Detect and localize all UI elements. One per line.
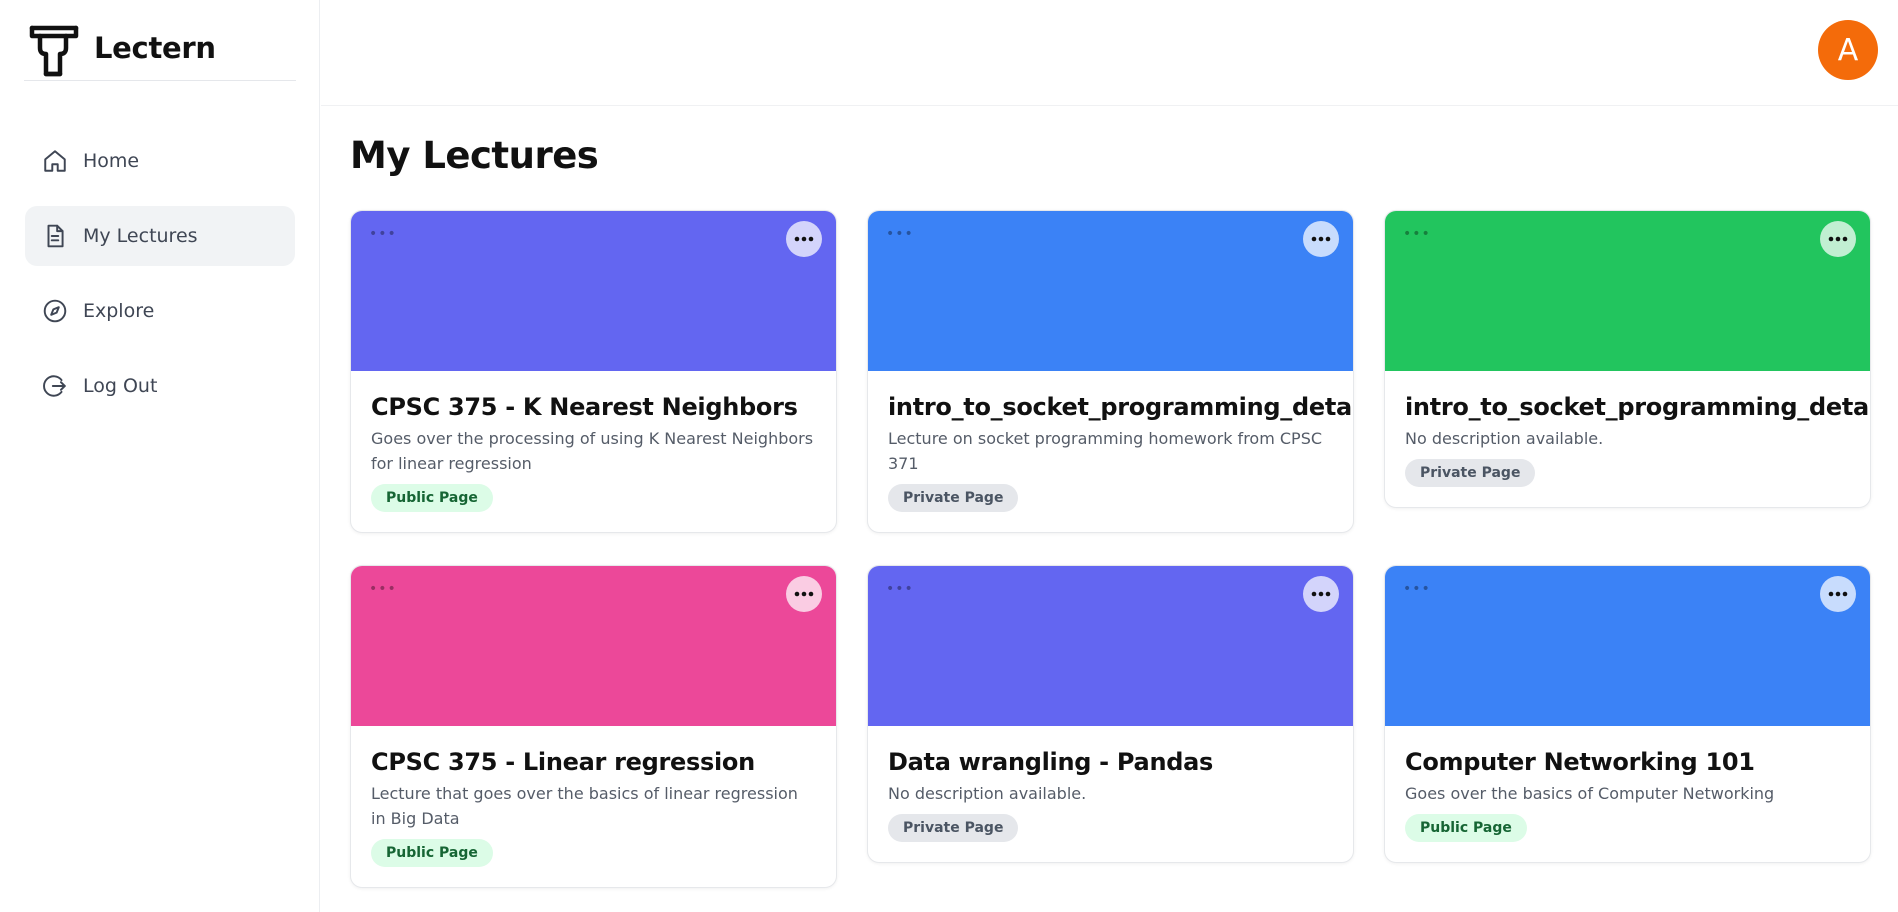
more-options-icon <box>1311 591 1331 597</box>
visibility-badge: Public Page <box>1405 814 1527 842</box>
card-banner: ••• <box>351 566 836 726</box>
drag-handle-icon: ••• <box>1403 581 1431 597</box>
drag-handle-icon: ••• <box>886 581 914 597</box>
sidebar-item-label: Log Out <box>83 375 158 397</box>
card-title: intro_to_socket_programming_detailed <box>1405 393 1871 421</box>
sidebar-nav: Home My Lectures Explore Log Out <box>25 131 295 431</box>
logout-icon <box>41 372 69 400</box>
more-options-icon <box>1311 236 1331 242</box>
avatar[interactable]: A <box>1818 20 1878 80</box>
sidebar-item-label: Explore <box>83 300 155 322</box>
card-body: CPSC 375 - K Nearest Neighbors Goes over… <box>351 371 836 532</box>
card-banner: ••• <box>351 211 836 371</box>
visibility-badge: Public Page <box>371 484 493 512</box>
drag-handle-icon: ••• <box>369 581 397 597</box>
app-name: Lectern <box>94 31 216 65</box>
home-icon <box>41 147 69 175</box>
lecture-card[interactable]: ••• Computer Networking 101 Goes over th… <box>1384 565 1871 863</box>
brand[interactable]: Lectern <box>24 20 296 81</box>
card-description: No description available. <box>888 784 1087 803</box>
card-banner: ••• <box>868 211 1353 371</box>
visibility-badge: Private Page <box>888 814 1019 842</box>
card-menu-button[interactable] <box>1820 576 1856 612</box>
sidebar-item-home[interactable]: Home <box>25 131 295 191</box>
more-options-icon <box>794 591 814 597</box>
app-root: Lectern Home My Lectures Explore Log Out… <box>0 0 1898 912</box>
more-options-icon <box>1828 236 1848 242</box>
card-banner: ••• <box>1385 211 1870 371</box>
card-menu-button[interactable] <box>786 221 822 257</box>
drag-handle-icon: ••• <box>886 226 914 242</box>
card-description: Goes over the processing of using K Near… <box>371 429 814 473</box>
card-title: CPSC 375 - Linear regression <box>371 748 755 776</box>
sidebar: Lectern Home My Lectures Explore Log Out <box>0 0 320 912</box>
card-title: CPSC 375 - K Nearest Neighbors <box>371 393 798 421</box>
more-options-icon <box>1828 591 1848 597</box>
lecture-card[interactable]: ••• CPSC 375 - Linear regression Lecture… <box>350 565 837 888</box>
document-icon <box>41 222 69 250</box>
lecture-card[interactable]: ••• intro_to_socket_programming_detailed… <box>1384 210 1871 508</box>
lecture-card[interactable]: ••• Data wrangling - Pandas No descripti… <box>867 565 1354 863</box>
sidebar-item-my-lectures[interactable]: My Lectures <box>25 206 295 266</box>
card-menu-button[interactable] <box>786 576 822 612</box>
more-options-icon <box>794 236 814 242</box>
lecture-card[interactable]: ••• intro_to_socket_programming_detailed… <box>867 210 1354 533</box>
card-title: intro_to_socket_programming_detailed <box>888 393 1354 421</box>
card-title: Data wrangling - Pandas <box>888 748 1213 776</box>
card-title: Computer Networking 101 <box>1405 748 1755 776</box>
sidebar-item-explore[interactable]: Explore <box>25 281 295 341</box>
card-description: No description available. <box>1405 429 1604 448</box>
card-banner: ••• <box>868 566 1353 726</box>
card-body: intro_to_socket_programming_detailed No … <box>1385 371 1870 507</box>
compass-icon <box>41 297 69 325</box>
card-menu-button[interactable] <box>1303 221 1339 257</box>
sidebar-item-label: Home <box>83 150 140 172</box>
card-banner: ••• <box>1385 566 1870 726</box>
lectern-logo-icon <box>26 20 84 78</box>
card-description: Lecture on socket programming homework f… <box>888 429 1323 473</box>
sidebar-item-label: My Lectures <box>83 225 198 247</box>
card-body: CPSC 375 - Linear regression Lecture tha… <box>351 726 836 887</box>
lecture-card[interactable]: ••• CPSC 375 - K Nearest Neighbors Goes … <box>350 210 837 533</box>
sidebar-item-log-out[interactable]: Log Out <box>25 356 295 416</box>
visibility-badge: Private Page <box>1405 459 1536 487</box>
card-menu-button[interactable] <box>1303 576 1339 612</box>
card-menu-button[interactable] <box>1820 221 1856 257</box>
visibility-badge: Public Page <box>371 839 493 867</box>
card-body: intro_to_socket_programming_detailed Lec… <box>868 371 1353 532</box>
card-description: Lecture that goes over the basics of lin… <box>371 784 798 828</box>
drag-handle-icon: ••• <box>369 226 397 242</box>
page-title: My Lectures <box>350 134 599 177</box>
card-description: Goes over the basics of Computer Network… <box>1405 784 1775 803</box>
drag-handle-icon: ••• <box>1403 226 1431 242</box>
card-body: Computer Networking 101 Goes over the ba… <box>1385 726 1870 862</box>
top-bar: A <box>321 0 1898 106</box>
card-body: Data wrangling - Pandas No description a… <box>868 726 1353 862</box>
visibility-badge: Private Page <box>888 484 1019 512</box>
